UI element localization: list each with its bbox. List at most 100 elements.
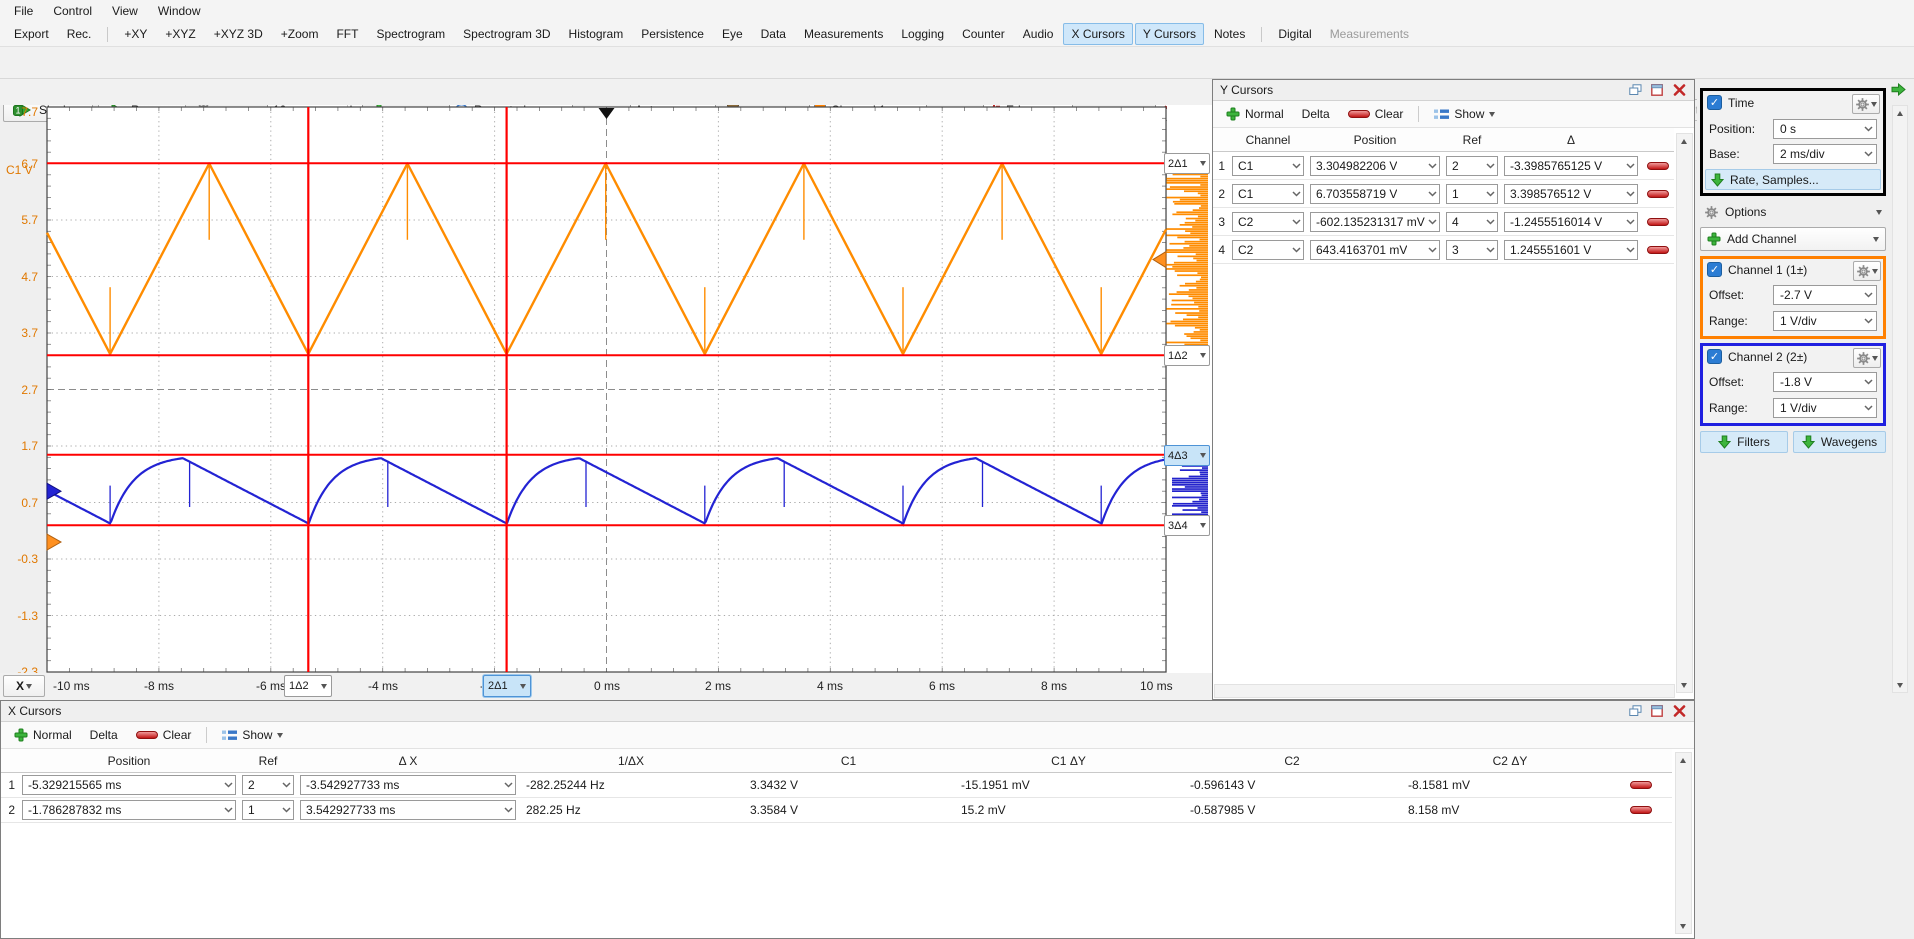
viewbar-item-export[interactable]: Export: [6, 23, 57, 45]
y-cursors-hscrollbar[interactable]: [1214, 684, 1675, 698]
viewbar-item-digital[interactable]: Digital: [1270, 23, 1319, 45]
channel2-offset-select[interactable]: -1.8 V: [1773, 372, 1877, 392]
show-menu-button[interactable]: Show: [217, 726, 288, 744]
channel-select[interactable]: C1: [1232, 184, 1304, 204]
scroll-up-icon[interactable]: [1680, 758, 1686, 763]
add-delta-cursor-button[interactable]: Delta: [1297, 105, 1335, 123]
float-window-icon[interactable]: [1627, 83, 1643, 97]
delta-select[interactable]: -1.2455516014 V: [1504, 212, 1638, 232]
viewbar-item-measurements[interactable]: Measurements: [796, 23, 891, 45]
maximize-window-icon[interactable]: [1649, 704, 1665, 718]
remove-cursor-button[interactable]: [1647, 218, 1669, 226]
ref-select[interactable]: 2: [1446, 156, 1498, 176]
viewbar-item-y-cursors[interactable]: Y Cursors: [1135, 23, 1204, 45]
options-dropdown[interactable]: Options: [1700, 201, 1886, 223]
delta-select[interactable]: 1.245551601 V: [1504, 240, 1638, 260]
time-gear-button[interactable]: [1852, 94, 1880, 114]
y-cursors-scrollbar[interactable]: [1676, 133, 1693, 693]
viewbar-item--xy[interactable]: +XY: [116, 23, 155, 45]
position-select[interactable]: -5.329215565 ms: [22, 775, 236, 795]
maximize-window-icon[interactable]: [1649, 83, 1665, 97]
time-base-select[interactable]: 2 ms/div: [1773, 144, 1877, 164]
time-position-select[interactable]: 0 s: [1773, 119, 1877, 139]
time-checkbox[interactable]: ✓: [1707, 95, 1722, 110]
x-cursors-scrollbar[interactable]: [1675, 752, 1692, 934]
channel1-checkbox[interactable]: ✓: [1707, 262, 1722, 277]
viewbar-item-histogram[interactable]: Histogram: [561, 23, 632, 45]
remove-cursor-button[interactable]: [1630, 781, 1652, 789]
ref-select[interactable]: 2: [242, 775, 294, 795]
scroll-down-icon[interactable]: [1897, 683, 1903, 688]
channel1-range-select[interactable]: 1 V/div: [1773, 311, 1877, 331]
menu-control[interactable]: Control: [43, 2, 102, 20]
viewbar-item--xyz[interactable]: +XYZ: [157, 23, 203, 45]
position-select[interactable]: 3.304982206 V: [1310, 156, 1440, 176]
y-marker-2Δ1[interactable]: 2Δ1: [1164, 153, 1210, 174]
delta-x-select[interactable]: -3.542927733 ms: [300, 775, 516, 795]
remove-cursor-button[interactable]: [1647, 190, 1669, 198]
close-icon[interactable]: [1671, 83, 1687, 97]
viewbar-item-logging[interactable]: Logging: [893, 23, 952, 45]
clear-cursors-button[interactable]: Clear: [131, 726, 197, 744]
channel1-gear-button[interactable]: [1853, 261, 1881, 281]
ref-select[interactable]: 4: [1446, 212, 1498, 232]
viewbar-item-counter[interactable]: Counter: [954, 23, 1013, 45]
scroll-down-icon[interactable]: [1681, 683, 1687, 688]
float-window-icon[interactable]: [1627, 704, 1643, 718]
wavegens-button[interactable]: Wavegens: [1793, 431, 1886, 453]
viewbar-item-data[interactable]: Data: [753, 23, 794, 45]
rate-samples-button[interactable]: Rate, Samples...: [1705, 169, 1881, 190]
x-cursors-titlebar[interactable]: X Cursors: [1, 701, 1694, 722]
show-menu-button[interactable]: Show: [1429, 105, 1500, 123]
viewbar-item--zoom[interactable]: +Zoom: [273, 23, 327, 45]
channel1-offset-select[interactable]: -2.7 V: [1773, 285, 1877, 305]
viewbar-item-x-cursors[interactable]: X Cursors: [1063, 23, 1132, 45]
sidebar-scrollbar[interactable]: [1892, 105, 1908, 693]
add-normal-cursor-button[interactable]: Normal: [1221, 105, 1289, 123]
y-marker-4Δ3[interactable]: 4Δ3: [1164, 445, 1210, 466]
remove-cursor-button[interactable]: [1630, 806, 1652, 814]
delta-select[interactable]: -3.3985765125 V: [1504, 156, 1638, 176]
channel2-gear-button[interactable]: [1853, 348, 1881, 368]
x-marker-1Δ2[interactable]: 1Δ2: [284, 675, 332, 697]
viewbar-item-fft[interactable]: FFT: [328, 23, 366, 45]
channel-select[interactable]: C2: [1232, 240, 1304, 260]
remove-cursor-button[interactable]: [1647, 162, 1669, 170]
viewbar-item-persistence[interactable]: Persistence: [633, 23, 712, 45]
add-normal-cursor-button[interactable]: Normal: [9, 726, 77, 744]
scroll-down-icon[interactable]: [1680, 924, 1686, 929]
ref-select[interactable]: 1: [1446, 184, 1498, 204]
add-delta-cursor-button[interactable]: Delta: [85, 726, 123, 744]
y-cursors-titlebar[interactable]: Y Cursors: [1213, 80, 1694, 101]
delta-select[interactable]: 3.398576512 V: [1504, 184, 1638, 204]
channel2-range-select[interactable]: 1 V/div: [1773, 398, 1877, 418]
y-marker-3Δ4[interactable]: 3Δ4: [1164, 515, 1210, 536]
filters-button[interactable]: Filters: [1700, 431, 1788, 453]
close-icon[interactable]: [1671, 704, 1687, 718]
position-select[interactable]: -1.786287832 ms: [22, 800, 236, 820]
remove-cursor-button[interactable]: [1647, 246, 1669, 254]
x-axis-button[interactable]: X: [3, 675, 45, 697]
channel-select[interactable]: C1: [1232, 156, 1304, 176]
position-select[interactable]: 643.4163701 mV: [1310, 240, 1440, 260]
viewbar-item-notes[interactable]: Notes: [1206, 23, 1253, 45]
position-select[interactable]: 6.703558719 V: [1310, 184, 1440, 204]
clear-cursors-button[interactable]: Clear: [1343, 105, 1409, 123]
y-marker-1Δ2[interactable]: 1Δ2: [1164, 345, 1210, 366]
viewbar-item-audio[interactable]: Audio: [1015, 23, 1062, 45]
menu-file[interactable]: File: [4, 2, 43, 20]
menu-window[interactable]: Window: [148, 2, 211, 20]
delta-x-select[interactable]: 3.542927733 ms: [300, 800, 516, 820]
plot-canvas[interactable]: [0, 105, 1212, 673]
x-marker-2Δ1[interactable]: 2Δ1: [483, 675, 531, 697]
position-select[interactable]: -602.135231317 mV: [1310, 212, 1440, 232]
ref-select[interactable]: 3: [1446, 240, 1498, 260]
channel2-checkbox[interactable]: ✓: [1707, 349, 1722, 364]
scroll-up-icon[interactable]: [1681, 139, 1687, 144]
viewbar-item--xyz-3d[interactable]: +XYZ 3D: [206, 23, 271, 45]
scroll-up-icon[interactable]: [1897, 111, 1903, 116]
add-channel-button[interactable]: Add Channel: [1700, 227, 1886, 251]
ref-select[interactable]: 1: [242, 800, 294, 820]
menu-view[interactable]: View: [102, 2, 148, 20]
channel-select[interactable]: C2: [1232, 212, 1304, 232]
